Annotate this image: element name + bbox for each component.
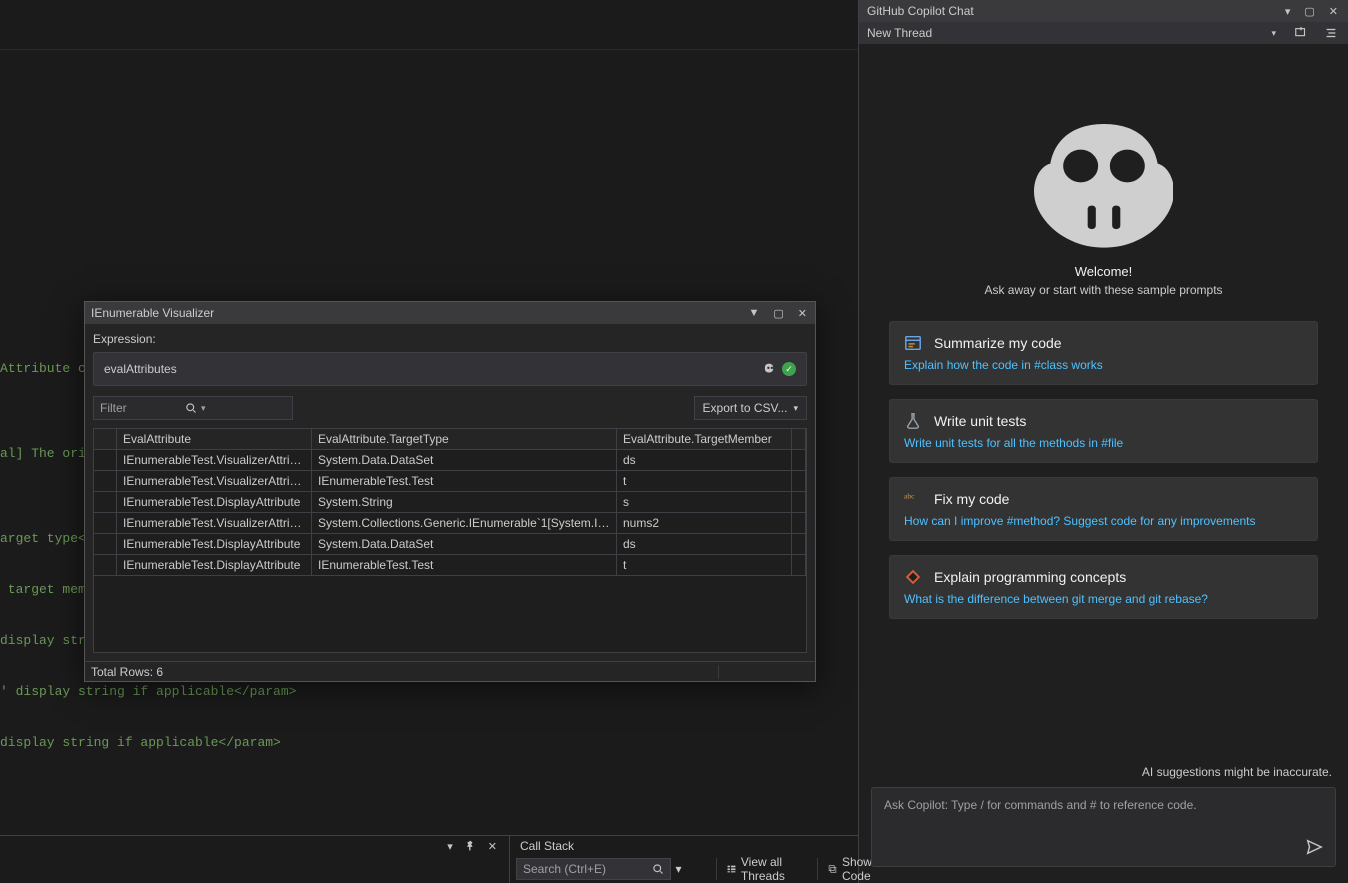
copilot-thread-bar: New Thread ▾ — [859, 22, 1348, 44]
table-row[interactable]: IEnumerableTest.VisualizerAttribute Syst… — [94, 450, 806, 471]
col-targetmember[interactable]: EvalAttribute.TargetMember — [617, 429, 792, 449]
row-header-spacer — [94, 429, 117, 449]
table-row[interactable]: IEnumerableTest.DisplayAttribute IEnumer… — [94, 555, 806, 576]
menu-icon[interactable] — [1322, 26, 1340, 40]
search-icon — [185, 402, 197, 414]
col-evalattribute[interactable]: EvalAttribute — [117, 429, 312, 449]
concepts-icon — [904, 568, 922, 586]
threads-icon — [727, 863, 736, 875]
window-dropdown-icon[interactable]: ▾ — [1283, 5, 1293, 18]
table-row[interactable]: IEnumerableTest.DisplayAttribute System.… — [94, 492, 806, 513]
bottom-left-panel: ▾ ✕ — [0, 836, 510, 883]
search-caret-icon[interactable]: ▾ — [671, 862, 685, 876]
copilot-input[interactable]: Ask Copilot: Type / for commands and # t… — [871, 787, 1336, 867]
disclaimer-text: AI suggestions might be inaccurate. — [871, 765, 1336, 787]
new-thread-icon[interactable] — [1292, 26, 1310, 40]
expression-label: Expression: — [93, 332, 807, 346]
total-rows: Total Rows: 6 — [91, 665, 163, 679]
expression-valid-icon: ✓ — [782, 362, 796, 376]
callstack-search[interactable]: Search (Ctrl+E) — [516, 858, 671, 880]
send-icon[interactable] — [1305, 838, 1323, 856]
col-targettype[interactable]: EvalAttribute.TargetType — [312, 429, 617, 449]
filter-input[interactable]: Filter ▾ — [93, 396, 293, 420]
summarize-icon — [904, 334, 922, 352]
flask-icon — [904, 412, 922, 430]
export-csv-button[interactable]: Export to CSV... ▾ — [694, 396, 807, 420]
visualizer-titlebar[interactable]: IEnumerable Visualizer ▼ ▢ ✕ — [85, 302, 815, 324]
table-row[interactable]: IEnumerableTest.DisplayAttribute System.… — [94, 534, 806, 555]
copilot-title: GitHub Copilot Chat — [867, 4, 1283, 18]
thread-dropdown-icon[interactable]: ▾ — [1269, 28, 1278, 39]
welcome-text: Welcome! — [1075, 264, 1133, 279]
table-header-row: EvalAttribute EvalAttribute.TargetType E… — [94, 429, 806, 450]
prompt-card-tests[interactable]: Write unit tests Write unit tests for al… — [889, 399, 1318, 463]
data-grid[interactable]: EvalAttribute EvalAttribute.TargetType E… — [93, 428, 807, 653]
copilot-chat-panel: GitHub Copilot Chat ▾ ▢ ✕ New Thread ▾ — [858, 0, 1348, 883]
copilot-icon[interactable] — [762, 362, 776, 376]
prompt-card-fix[interactable]: abc Fix my code How can I improve #metho… — [889, 477, 1318, 541]
filter-caret-icon[interactable]: ▾ — [201, 403, 286, 414]
thread-label: New Thread — [867, 26, 1269, 40]
copilot-logo-icon — [1034, 124, 1174, 244]
expression-box: evalAttributes ✓ — [93, 352, 807, 386]
pin-icon[interactable] — [463, 840, 478, 851]
visualizer-window: IEnumerable Visualizer ▼ ▢ ✕ Expression:… — [84, 301, 816, 682]
abc-icon: abc — [904, 490, 922, 508]
maximize-icon[interactable]: ▢ — [771, 307, 785, 320]
maximize-icon[interactable]: ▢ — [1302, 5, 1316, 18]
close-icon[interactable]: ✕ — [796, 307, 809, 320]
external-code-icon — [828, 863, 837, 875]
svg-text:abc: abc — [904, 491, 915, 500]
search-icon — [652, 863, 664, 875]
copilot-titlebar[interactable]: GitHub Copilot Chat ▾ ▢ ✕ — [859, 0, 1348, 22]
visualizer-statusbar: Total Rows: 6 — [85, 661, 815, 681]
close-icon[interactable]: ✕ — [1327, 5, 1340, 18]
prompt-card-explain[interactable]: Explain programming concepts What is the… — [889, 555, 1318, 619]
prompt-card-summarize[interactable]: Summarize my code Explain how the code i… — [889, 321, 1318, 385]
table-row[interactable]: IEnumerableTest.VisualizerAttribute IEnu… — [94, 471, 806, 492]
chevron-down-icon: ▾ — [793, 403, 798, 414]
view-all-threads-button[interactable]: View all Threads — [716, 858, 817, 880]
expression-value: evalAttributes — [104, 362, 762, 376]
visualizer-title: IEnumerable Visualizer — [91, 306, 746, 320]
panel-dropdown-icon[interactable]: ▾ — [445, 840, 455, 853]
welcome-subtext: Ask away or start with these sample prom… — [984, 283, 1222, 297]
editor-area: Attribute class al] The originating asse… — [0, 50, 858, 835]
window-dropdown-icon[interactable]: ▼ — [746, 307, 761, 320]
table-row[interactable]: IEnumerableTest.VisualizerAttribute Syst… — [94, 513, 806, 534]
close-icon[interactable]: ✕ — [486, 840, 499, 853]
